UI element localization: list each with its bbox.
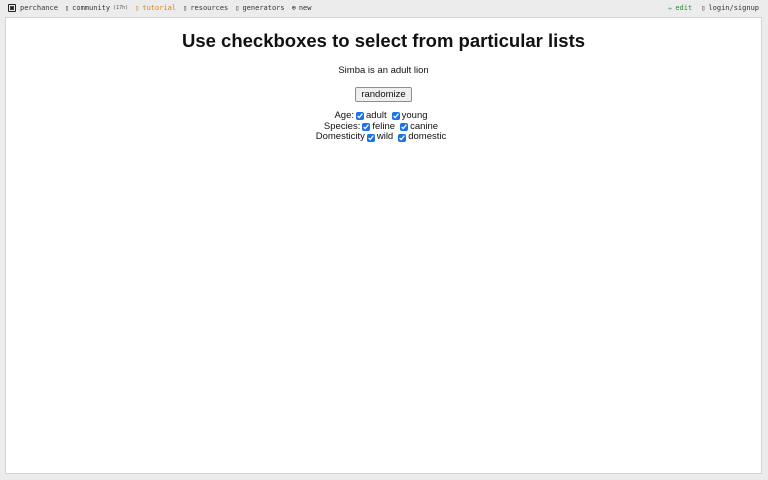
option-label-wild: wild: [376, 131, 394, 143]
nav-generators[interactable]: ▯ generators: [235, 4, 284, 12]
nav-generators-label: generators: [242, 4, 285, 12]
nav-left: perchance ▯ community (17h) ▯ tutorial ▯…: [0, 0, 319, 16]
nav-community[interactable]: ▯ community (17h): [65, 4, 128, 12]
option-label-domestic: domestic: [408, 131, 447, 143]
nav-login-label: login/signup: [708, 4, 759, 12]
nav-new[interactable]: ⊕ new: [292, 4, 312, 12]
randomize-container: randomize: [6, 84, 761, 102]
list-filters: Age: adult young Species: feline canine …: [6, 110, 761, 143]
checkbox-wild[interactable]: [366, 133, 375, 142]
filter-row-domesticity: Domesticity wild domestic: [6, 132, 761, 143]
generated-output-text: Simba is an adult lion: [338, 65, 429, 76]
dice-icon: [8, 4, 16, 12]
top-navigation-bar: perchance ▯ community (17h) ▯ tutorial ▯…: [0, 0, 768, 16]
nav-perchance-label: perchance: [20, 4, 58, 12]
grid-icon: ▯: [235, 3, 240, 12]
box-icon: ▯: [183, 3, 188, 12]
plus-circle-icon: ⊕: [291, 3, 296, 12]
nav-new-label: new: [298, 4, 312, 12]
nav-tutorial[interactable]: ▯ tutorial: [135, 4, 176, 12]
filter-label-domesticity: Domesticity: [315, 131, 365, 143]
nav-resources[interactable]: ▯ resources: [183, 4, 228, 12]
nav-right: ✏ edit ▯ login/signup: [659, 0, 768, 16]
checkbox-domestic[interactable]: [398, 133, 407, 142]
community-badge: (17h): [113, 5, 129, 11]
pencil-icon: ✏: [668, 3, 673, 12]
chat-icon: ▯: [64, 3, 70, 12]
nav-resources-label: resources: [190, 4, 229, 12]
nav-tutorial-label: tutorial: [142, 4, 177, 12]
checkbox-feline[interactable]: [362, 123, 371, 132]
nav-edit-label: edit: [675, 4, 693, 12]
book-icon: ▯: [135, 3, 140, 12]
generator-output-panel: Use checkboxes to select from particular…: [5, 17, 762, 474]
checkbox-canine[interactable]: [400, 123, 409, 132]
user-icon: ▯: [701, 3, 706, 12]
nav-edit[interactable]: ✏ edit: [668, 4, 692, 12]
randomize-button[interactable]: randomize: [355, 87, 412, 102]
nav-community-label: community: [72, 4, 111, 12]
checkbox-adult[interactable]: [356, 112, 365, 121]
checkbox-young[interactable]: [391, 112, 400, 121]
nav-login[interactable]: ▯ login/signup: [701, 4, 759, 12]
nav-perchance[interactable]: perchance: [8, 4, 58, 12]
page-title: Use checkboxes to select from particular…: [181, 30, 586, 51]
